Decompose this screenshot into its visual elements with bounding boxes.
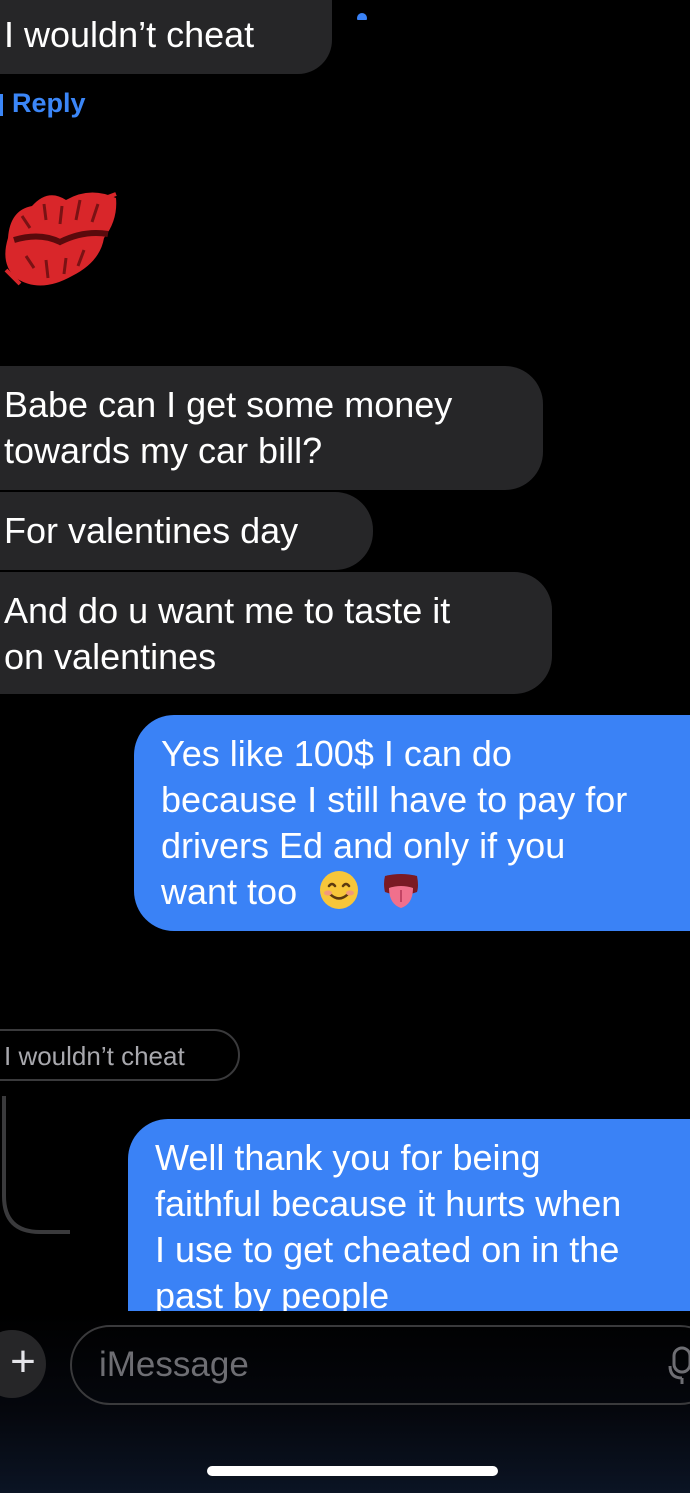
message-input[interactable]: iMessage (70, 1325, 690, 1405)
message-line: Babe can I get some money (4, 384, 453, 425)
reply-indicator-bar (0, 94, 3, 116)
message-line: I use to get cheated on in the (155, 1229, 620, 1270)
message-line: And do u want me to taste it (4, 590, 451, 631)
message-line: on valentines (4, 636, 217, 677)
message-text-clip: Well thank you for being faithful becaus… (155, 1135, 690, 1311)
tapback-bubble-icon[interactable] (300, 0, 368, 20)
messages-screen: I wouldn’t cheat Reply Babe can I get so… (0, 0, 690, 1493)
message-line: drivers Ed and only if you (161, 825, 566, 866)
message-bubble-outgoing[interactable]: Yes like 100$ I can do because I still h… (134, 715, 690, 931)
tongue-face-icon (384, 874, 419, 908)
quoted-message-pill[interactable]: I wouldn’t cheat (0, 1029, 240, 1081)
message-bubble-incoming[interactable]: And do u want me to taste it on valentin… (0, 572, 552, 694)
message-bubble-incoming[interactable]: I wouldn’t cheat (0, 0, 332, 74)
home-indicator[interactable] (207, 1466, 498, 1476)
quoted-text: I wouldn’t cheat (4, 1041, 185, 1071)
message-line-with-emoji: want too (161, 869, 690, 915)
smiling-face-icon (320, 871, 359, 909)
microphone-icon[interactable] (664, 1346, 690, 1386)
message-bubble-incoming[interactable]: Babe can I get some money towards my car… (0, 366, 543, 490)
lips-kiss-icon[interactable] (0, 180, 124, 298)
message-line: because I still have to pay for (161, 779, 628, 820)
message-line: Yes like 100$ I can do (161, 733, 512, 774)
reply-thread-line (2, 1096, 70, 1234)
message-bubble-incoming[interactable]: For valentines day (0, 492, 373, 570)
message-line: faithful because it hurts when (155, 1183, 622, 1224)
message-line: Well thank you for being (155, 1137, 541, 1178)
message-line: past by people (155, 1275, 390, 1311)
message-text: For valentines day (4, 510, 299, 551)
reply-link[interactable]: Reply (12, 88, 86, 119)
message-bubble-outgoing[interactable]: Well thank you for being faithful becaus… (128, 1119, 690, 1311)
message-line: want too (161, 871, 298, 912)
message-text: I wouldn’t cheat (4, 14, 255, 55)
message-line: towards my car bill? (4, 430, 323, 471)
